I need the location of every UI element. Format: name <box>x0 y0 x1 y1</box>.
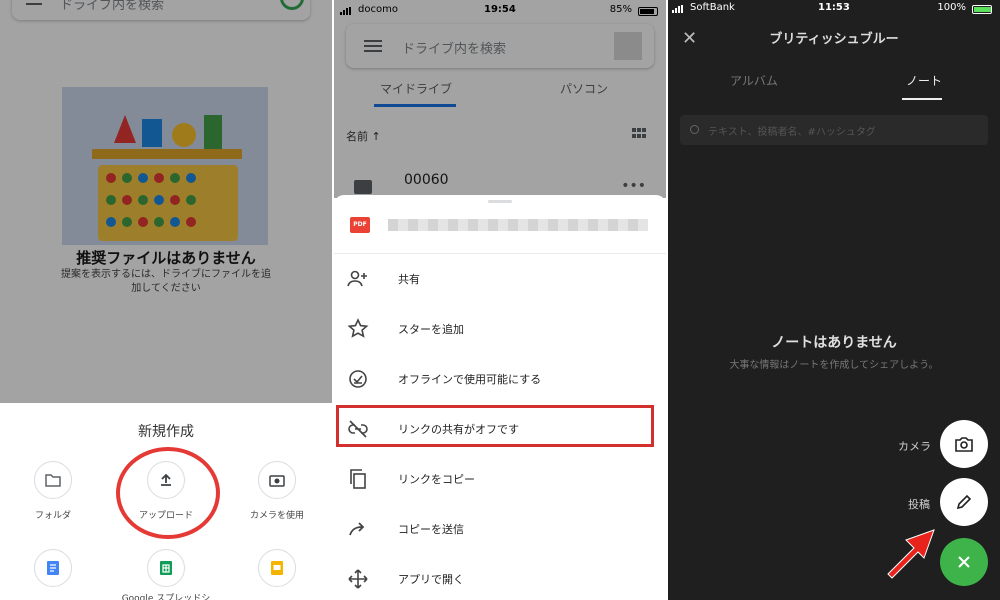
drive-file-menu-panel: docomo 19:54 85% ドライブ内を検索 マイドライブ パソコン 名前… <box>334 0 666 600</box>
post-fab-button[interactable] <box>940 478 988 526</box>
post-fab-label: 投稿 <box>908 498 930 511</box>
open-with-icon <box>348 569 368 589</box>
signal-icon <box>672 5 686 13</box>
highlight-circle <box>116 447 220 539</box>
carrier: SoftBank <box>690 2 735 13</box>
pointer-arrow-icon <box>887 529 935 579</box>
new-slides-button[interactable] <box>232 549 322 587</box>
menu-item-offline[interactable]: オフラインで使用可能にする <box>334 359 666 399</box>
folder-icon <box>45 474 61 487</box>
use-camera-button[interactable]: カメラを使用 <box>232 461 322 521</box>
highlight-box <box>336 405 654 447</box>
camera-icon <box>269 475 285 487</box>
menu-item-label: オフラインで使用可能にする <box>398 373 542 386</box>
dim-overlay[interactable] <box>0 0 332 403</box>
pdf-icon: PDF <box>350 217 370 233</box>
battery-percent: 100% <box>937 2 966 13</box>
tile-label: フォルダ <box>34 511 71 521</box>
menu-item-copy-link[interactable]: リンクをコピー <box>334 459 666 499</box>
status-bar: SoftBank 11:53 100% <box>668 2 1000 16</box>
tab-album[interactable]: アルバム <box>730 72 778 89</box>
new-sheet-button[interactable]: Google スプレッドシート <box>121 549 211 600</box>
pencil-icon <box>956 494 972 510</box>
close-fab-button[interactable] <box>940 538 988 586</box>
camera-fab-button[interactable] <box>940 420 988 468</box>
file-action-sheet: PDF 共有 スターを追加 オフラインで使用可能にする リンクの共有がオフです … <box>334 195 666 600</box>
copy-icon <box>350 469 366 489</box>
page-title: ブリティッシュブルー <box>769 32 899 47</box>
search-placeholder: テキスト、投稿者名、#ハッシュタグ <box>708 127 876 138</box>
close-icon <box>958 556 970 568</box>
menu-item-add-star[interactable]: スターを追加 <box>334 309 666 349</box>
docs-icon <box>47 561 59 575</box>
new-folder-button[interactable]: フォルダ <box>8 461 98 521</box>
empty-title: ノートはありません <box>771 335 897 351</box>
tile-label: Google スプレッドシート <box>121 594 211 600</box>
blurred-file-name <box>388 219 648 231</box>
menu-item-send-copy[interactable]: コピーを送信 <box>334 509 666 549</box>
sheet-title: 新規作成 <box>138 424 194 440</box>
menu-item-share[interactable]: 共有 <box>334 259 666 299</box>
new-doc-button[interactable] <box>8 549 98 587</box>
menu-item-label: アプリで開く <box>398 573 464 586</box>
star-icon <box>347 318 369 338</box>
divider <box>334 253 666 254</box>
camera-fab-label: カメラ <box>898 440 931 453</box>
menu-item-label: 共有 <box>398 273 420 286</box>
search-input[interactable]: テキスト、投稿者名、#ハッシュタグ <box>680 115 988 145</box>
share-arrow-icon <box>349 522 365 536</box>
menu-item-label: リンクをコピー <box>398 473 475 486</box>
menu-item-open-with[interactable]: アプリで開く <box>334 559 666 599</box>
battery-icon <box>972 5 992 14</box>
menu-item-label: コピーを送信 <box>398 523 464 536</box>
dim-overlay[interactable] <box>334 0 666 198</box>
tab-notes[interactable]: ノート <box>906 72 942 89</box>
slides-icon <box>271 561 283 575</box>
search-icon <box>690 125 699 134</box>
line-notes-panel: SoftBank 11:53 100% ✕ ブリティッシュブルー アルバム ノー… <box>668 0 1000 600</box>
offline-icon <box>349 370 367 388</box>
empty-subtitle: 大事な情報はノートを作成してシェアしよう。 <box>729 360 939 371</box>
menu-item-label: スターを追加 <box>398 323 464 336</box>
active-tab-indicator <box>902 98 942 100</box>
sheets-icon <box>160 561 172 575</box>
add-person-icon <box>347 270 367 287</box>
drive-home-panel: ドライブ内を検索 推奨ファイルはありません 提案を表示するには、ドライブにファイ… <box>0 0 332 600</box>
status-time: 11:53 <box>818 2 850 13</box>
tile-label: カメラを使用 <box>249 511 304 521</box>
camera-icon <box>955 437 973 452</box>
drag-handle[interactable] <box>488 200 512 203</box>
